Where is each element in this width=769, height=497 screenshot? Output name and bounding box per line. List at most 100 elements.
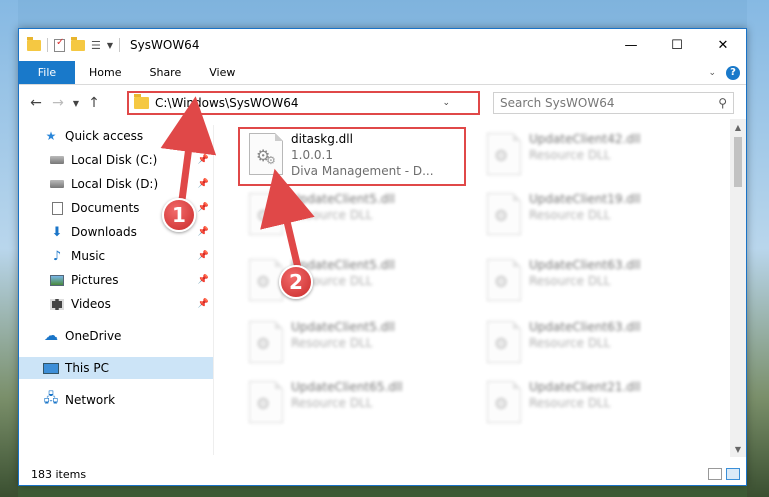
- pane-divider: [213, 125, 214, 455]
- pin-icon[interactable]: 📌: [198, 155, 209, 165]
- sidebar-item-label: This PC: [65, 361, 109, 375]
- disk-icon: [49, 177, 65, 191]
- file-type: Resource DLL: [529, 396, 611, 410]
- file-name: UpdateClient63.dll: [529, 258, 641, 272]
- vertical-scrollbar[interactable]: ▲ ▼: [730, 119, 746, 457]
- file-name: UpdateClient42.dll: [529, 132, 641, 146]
- sidebar-item-onedrive[interactable]: ☁ OneDrive: [19, 325, 213, 347]
- properties-check-icon[interactable]: [54, 37, 65, 52]
- search-input[interactable]: Search SysWOW64 ⚲: [493, 92, 734, 114]
- tab-file[interactable]: File: [19, 61, 75, 84]
- recent-locations-icon[interactable]: ▼: [69, 99, 83, 108]
- file-type: Resource DLL: [529, 336, 611, 350]
- chevron-down-icon[interactable]: ▼: [107, 41, 113, 50]
- tab-share[interactable]: Share: [135, 61, 195, 84]
- dll-file-icon: ⚙: [487, 259, 521, 301]
- close-button[interactable]: ✕: [700, 29, 746, 61]
- file-name: UpdateClient5.dll: [291, 320, 395, 334]
- file-item[interactable]: ⚙ UpdateClient63.dll Resource DLL: [477, 253, 705, 309]
- help-icon[interactable]: ?: [726, 65, 740, 80]
- dll-file-icon: ⚙: [249, 259, 283, 301]
- new-folder-icon[interactable]: [71, 36, 85, 51]
- dll-file-icon: ⚙: [487, 381, 521, 423]
- pin-icon[interactable]: 📌: [198, 179, 209, 189]
- documents-icon: [49, 201, 65, 215]
- sidebar-item-network[interactable]: 🖧 Network: [19, 389, 213, 411]
- file-item[interactable]: ⚙ UpdateClient21.dll Resource DLL: [477, 375, 705, 431]
- quick-access-toolbar: ☰ ▼: [19, 36, 121, 52]
- back-arrow-icon[interactable]: ←: [25, 95, 47, 111]
- sidebar-item-label: Local Disk (D:): [71, 177, 159, 191]
- sidebar-item-videos[interactable]: Videos 📌: [19, 293, 213, 315]
- dll-file-icon: ⚙: [249, 381, 283, 423]
- dll-file-icon: ⚙: [487, 193, 521, 235]
- music-icon: ♪: [52, 248, 62, 264]
- network-icon: 🖧: [43, 391, 59, 406]
- toolbar-divider: [47, 38, 48, 52]
- tiles-view-icon[interactable]: [726, 468, 740, 480]
- file-name: UpdateClient19.dll: [529, 192, 641, 206]
- address-path[interactable]: C:\Windows\SysWOW64: [155, 96, 299, 110]
- sidebar-item-music[interactable]: ♪ Music 📌: [19, 245, 213, 267]
- sidebar-item-quick-access[interactable]: ★ Quick access: [19, 125, 213, 147]
- item-count: 183 items: [31, 467, 87, 481]
- pin-icon[interactable]: 📌: [198, 299, 209, 309]
- dll-file-icon: ⚙: [487, 133, 521, 175]
- file-type: Resource DLL: [529, 274, 611, 288]
- dll-file-icon: ⚙: [249, 193, 283, 235]
- sidebar-item-label: Quick access: [65, 129, 144, 143]
- step-2-badge: 2: [279, 265, 313, 299]
- up-arrow-icon[interactable]: ↑: [83, 95, 105, 111]
- file-item[interactable]: ⚙ UpdateClient5.dll Resource DLL: [239, 187, 467, 243]
- file-name: UpdateClient65.dll: [291, 380, 403, 394]
- desktop-wallpaper-left: [0, 0, 18, 497]
- maximize-button[interactable]: ☐: [654, 29, 700, 61]
- star-icon: ★: [45, 129, 57, 143]
- customize-icon[interactable]: ☰: [91, 39, 101, 52]
- file-item[interactable]: ⚙ UpdateClient5.dll Resource DLL: [239, 253, 467, 309]
- file-name: UpdateClient63.dll: [529, 320, 641, 334]
- sidebar-item-label: Network: [65, 393, 116, 407]
- ribbon-right-controls: ⌄ ?: [708, 61, 746, 84]
- title-bar: ☰ ▼ SysWOW64 — ☐ ✕: [19, 29, 746, 61]
- sidebar-item-label: OneDrive: [65, 329, 122, 343]
- file-item[interactable]: ⚙ UpdateClient65.dll Resource DLL: [239, 375, 467, 431]
- file-item[interactable]: ⚙ UpdateClient19.dll Resource DLL: [477, 187, 705, 243]
- address-dropdown-icon[interactable]: ⌄: [442, 98, 454, 108]
- pictures-icon: [49, 273, 65, 287]
- details-view-icon[interactable]: [708, 468, 722, 480]
- pin-icon[interactable]: 📌: [198, 203, 209, 213]
- file-item[interactable]: ⚙ UpdateClient42.dll Resource DLL: [477, 127, 705, 183]
- pc-icon: [43, 361, 59, 375]
- sidebar-item-local-disk-c[interactable]: Local Disk (C:) 📌: [19, 149, 213, 171]
- tab-view[interactable]: View: [195, 61, 249, 84]
- pin-icon[interactable]: 📌: [198, 275, 209, 285]
- toolbar-divider: [119, 38, 121, 52]
- file-item[interactable]: ⚙ UpdateClient63.dll Resource DLL: [477, 315, 705, 371]
- file-name: UpdateClient5.dll: [291, 192, 395, 206]
- sidebar-item-pictures[interactable]: Pictures 📌: [19, 269, 213, 291]
- pin-icon[interactable]: 📌: [198, 227, 209, 237]
- step-1-badge: 1: [162, 198, 196, 232]
- navigation-pane: ★ Quick access Local Disk (C:) 📌 Local D…: [19, 125, 213, 455]
- scroll-thumb[interactable]: [734, 137, 742, 187]
- sidebar-item-local-disk-d[interactable]: Local Disk (D:) 📌: [19, 173, 213, 195]
- address-bar[interactable]: C:\Windows\SysWOW64 ⌄ ↻: [127, 91, 583, 115]
- sidebar-item-label: Pictures: [71, 273, 119, 287]
- file-item[interactable]: ⚙ UpdateClient5.dll Resource DLL: [239, 315, 467, 371]
- downloads-icon: ⬇: [51, 224, 63, 240]
- tab-home[interactable]: Home: [75, 61, 135, 84]
- folder-icon: [134, 94, 149, 109]
- file-type: Resource DLL: [291, 208, 373, 222]
- expand-ribbon-icon[interactable]: ⌄: [708, 68, 716, 78]
- pin-icon[interactable]: 📌: [198, 251, 209, 261]
- scroll-down-icon[interactable]: ▼: [730, 441, 746, 457]
- file-type: Resource DLL: [291, 336, 373, 350]
- file-type: Resource DLL: [291, 396, 373, 410]
- sidebar-item-this-pc[interactable]: This PC: [19, 357, 213, 379]
- forward-arrow-icon[interactable]: →: [47, 95, 69, 111]
- search-icon[interactable]: ⚲: [718, 96, 733, 110]
- minimize-button[interactable]: —: [608, 29, 654, 61]
- scroll-up-icon[interactable]: ▲: [730, 119, 746, 135]
- file-name: UpdateClient21.dll: [529, 380, 641, 394]
